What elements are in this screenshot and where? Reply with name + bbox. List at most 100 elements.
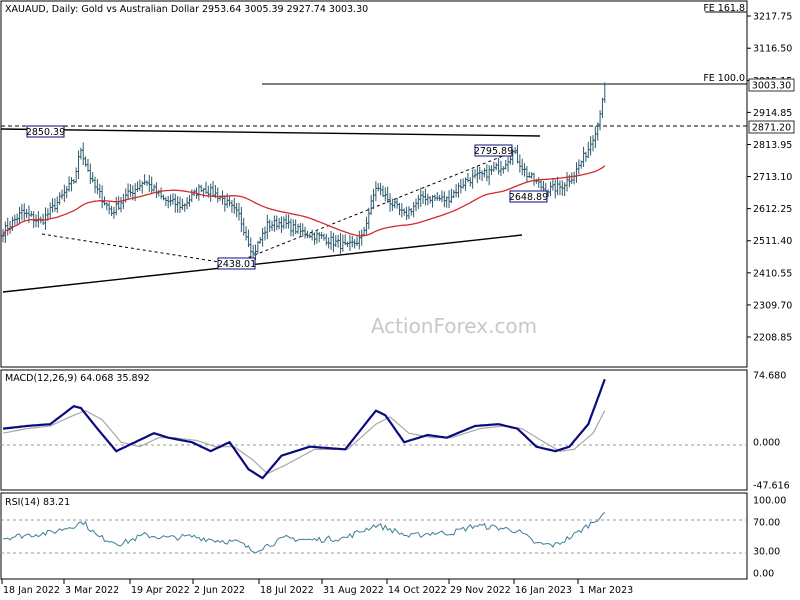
ohlc-bar — [93, 176, 97, 194]
ohlc-bar — [161, 194, 165, 201]
ohlc-bar — [355, 236, 359, 247]
ohlc-bar — [329, 230, 333, 250]
rsi-tick-label: 70.00 — [753, 517, 780, 528]
ohlc-bar — [301, 223, 305, 237]
ohlc-bar — [428, 196, 432, 204]
ohlc-bar — [178, 196, 182, 213]
price-tick-label: 3217.75 — [753, 12, 792, 23]
annotation-2438: 2438.01 — [217, 257, 256, 270]
ohlc-bar — [310, 229, 314, 241]
ohlc-bar — [220, 190, 224, 205]
ohlc-bar — [372, 188, 376, 210]
ohlc-bar — [449, 188, 453, 204]
ohlc-bar — [480, 170, 484, 182]
annotation-label: 2850.39 — [26, 127, 65, 138]
ohlc-bar — [138, 179, 142, 191]
ohlc-bar — [77, 150, 81, 180]
ohlc-bar — [230, 199, 234, 213]
ohlc-bar — [237, 202, 241, 221]
ohlc-bar — [596, 122, 600, 141]
ohlc-bar — [136, 181, 140, 193]
ohlc-bar — [523, 163, 527, 177]
ohlc-bar — [43, 207, 47, 230]
ohlc-bar — [223, 195, 227, 212]
ohlc-bar — [570, 172, 574, 184]
ohlc-bar — [553, 179, 557, 199]
ohlc-bar — [305, 230, 309, 238]
ohlc-bar — [471, 169, 475, 189]
ohlc-bar — [539, 179, 543, 191]
ohlc-bar — [232, 197, 236, 214]
ohlc-bar — [29, 210, 33, 217]
ohlc-bar — [176, 196, 180, 213]
ohlc-bar — [423, 188, 427, 206]
ohlc-bar — [492, 161, 496, 172]
macd-tick-label: -47.616 — [753, 481, 790, 492]
rsi-tick-label: 30.00 — [753, 547, 780, 558]
ohlc-bar — [143, 174, 147, 186]
ohlc-bar — [74, 167, 78, 184]
time-tick-label: 3 Mar 2022 — [65, 585, 119, 596]
ohlc-bar — [315, 229, 319, 244]
price-axis: 3217.753116.503015.152914.852813.952713.… — [747, 12, 792, 344]
ohlc-bar — [565, 172, 569, 192]
price-tick-label: 2612.25 — [753, 204, 792, 215]
ohlc-bar — [487, 165, 491, 186]
time-tick-label: 1 Mar 2023 — [579, 585, 633, 596]
ohlc-bar — [8, 220, 12, 234]
ohlc-bar — [515, 145, 519, 164]
ohlc-bar — [478, 166, 482, 180]
macd-panel-frame — [0, 369, 748, 491]
ohlc-bar — [440, 190, 444, 203]
ohlc-bar — [216, 187, 220, 203]
time-tick-label: 18 Jan 2022 — [3, 585, 60, 596]
price-header: XAUAUD, Daily: Gold vs Australian Dollar… — [5, 4, 368, 15]
ohlc-bar — [593, 126, 597, 148]
ohlc-bar — [209, 183, 213, 202]
price-tick-label: 2914.85 — [753, 108, 792, 119]
level-price-label: 2871.20 — [752, 123, 791, 134]
ohlc-bar — [60, 189, 64, 200]
ohlc-bar — [88, 163, 92, 185]
ohlc-bar — [475, 165, 479, 184]
ohlc-bar — [397, 202, 401, 216]
time-axis: 18 Jan 2022 3 Mar 2022 19 Apr 2022 2 Jun 20… — [1, 579, 633, 596]
ohlc-bar — [239, 206, 243, 233]
price-tick-label: 2309.70 — [753, 300, 792, 311]
ohlc-bar — [360, 229, 364, 246]
annotation-label: 2438.01 — [217, 259, 256, 270]
fib-label-100: FE 100.0 — [703, 73, 745, 84]
annotation-2648: 2648.89 — [509, 190, 548, 203]
ohlc-bar — [598, 109, 602, 131]
signal-line — [2, 410, 606, 475]
ohlc-bar — [282, 216, 286, 230]
annotation-2850: 2850.39 — [26, 125, 65, 138]
annotation-label: 2648.89 — [509, 192, 548, 203]
ohlc-bar — [357, 230, 361, 250]
ohlc-bar — [346, 241, 350, 248]
ohlc-bar — [530, 172, 534, 179]
ohlc-bar — [426, 193, 430, 206]
ohlc-bar — [454, 184, 458, 198]
ohlc-bar — [152, 184, 156, 192]
ohlc-bar — [126, 183, 130, 201]
ohlc-bar — [442, 191, 446, 208]
ohlc-bar — [249, 237, 253, 258]
annotation-label: 2795.89 — [474, 146, 513, 157]
ohlc-bar — [600, 97, 604, 118]
ohlc-bar — [574, 162, 578, 183]
ohlc-bar — [556, 176, 560, 196]
ohlc-bar — [164, 196, 168, 207]
time-tick-label: 29 Nov 2022 — [450, 585, 511, 596]
macd-axis: 74.680 0.000 -47.616 — [753, 371, 790, 492]
ohlc-bar — [591, 135, 595, 152]
ohlc-bar — [277, 217, 281, 230]
ohlc-bar — [287, 214, 291, 229]
price-label-level: 2871.20 — [748, 120, 795, 134]
ohlc-bar — [6, 217, 10, 236]
ohlc-bar — [62, 184, 66, 203]
ohlc-bar — [289, 218, 293, 237]
time-tick-label: 16 Jan 2023 — [515, 585, 572, 596]
rsi-tick-label: 100.00 — [753, 496, 786, 507]
ohlc-bar — [119, 196, 123, 213]
